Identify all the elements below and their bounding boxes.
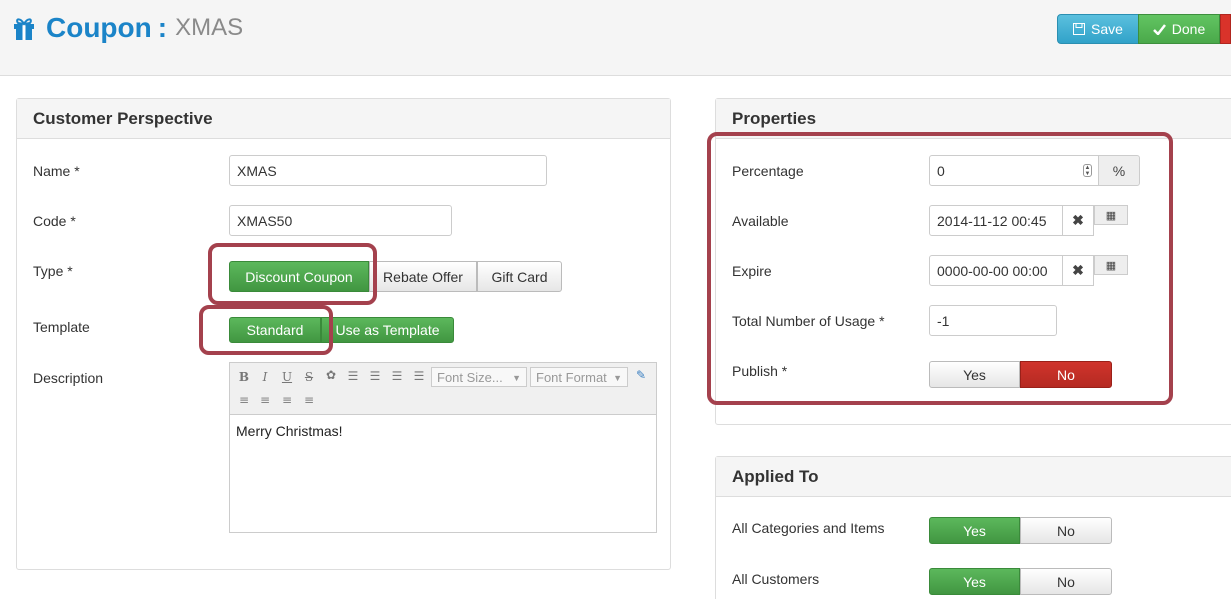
title-separator: :: [157, 12, 168, 43]
editor-toolbar: B I U S ✿ ☰ ☰ ☰ ☰ Font Size... ▼ Font Fo…: [230, 363, 656, 415]
palette-icon[interactable]: ✿: [322, 368, 340, 382]
template-option-use-as-template[interactable]: Use as Template: [321, 317, 454, 343]
font-size-dropdown[interactable]: Font Size... ▼: [431, 367, 527, 387]
save-button[interactable]: Save: [1057, 14, 1139, 44]
page-title: Coupon : XMAS: [12, 12, 243, 44]
code-label: Code *: [33, 213, 76, 229]
customers-toggle: Yes No: [929, 568, 1112, 595]
type-highlight: [208, 243, 377, 305]
strikethrough-icon[interactable]: S: [300, 370, 318, 384]
edit-source-icon[interactable]: ✎: [632, 368, 650, 382]
categories-label: All Categories and Items: [732, 520, 885, 536]
title-prefix: Coupon: [46, 12, 152, 43]
align-right-icon[interactable]: ≡: [278, 393, 296, 407]
font-format-dropdown[interactable]: Font Format ▼: [530, 367, 628, 387]
type-label: Type *: [33, 263, 73, 279]
template-highlight: [199, 305, 333, 355]
type-option-rebate-offer[interactable]: Rebate Offer: [369, 261, 477, 292]
categories-no-option[interactable]: No: [1020, 517, 1112, 544]
unordered-list-icon[interactable]: ☰: [366, 369, 384, 383]
chevron-down-icon: ▼: [512, 373, 521, 383]
customers-no-option[interactable]: No: [1020, 568, 1112, 595]
template-label: Template: [33, 319, 90, 335]
type-option-gift-card[interactable]: Gift Card: [477, 261, 562, 292]
align-center-icon[interactable]: ≡: [256, 393, 274, 407]
font-size-label: Font Size...: [437, 370, 503, 385]
align-justify-icon[interactable]: ≡: [300, 393, 318, 407]
name-label: Name *: [33, 163, 80, 179]
indent-icon[interactable]: ☰: [410, 369, 428, 383]
properties-highlight: [707, 132, 1173, 405]
gift-icon: [14, 18, 34, 40]
title-coupon-name: XMAS: [175, 14, 244, 41]
chevron-down-icon: ▼: [613, 373, 622, 383]
align-left-icon[interactable]: ≡: [235, 393, 253, 407]
description-editor[interactable]: B I U S ✿ ☰ ☰ ☰ ☰ Font Size... ▼ Font Fo…: [229, 362, 657, 533]
top-bar: Coupon : XMAS Save Done: [0, 0, 1231, 76]
categories-toggle: Yes No: [929, 517, 1112, 544]
outdent-icon[interactable]: ☰: [388, 369, 406, 383]
customers-label: All Customers: [732, 571, 820, 587]
italic-icon[interactable]: I: [256, 370, 274, 384]
name-field[interactable]: XMAS: [229, 155, 547, 186]
extra-action-button[interactable]: [1220, 14, 1231, 44]
bold-icon[interactable]: B: [235, 370, 253, 384]
floppy-disk-icon: [1073, 23, 1086, 35]
check-icon: [1152, 23, 1166, 35]
customers-yes-option[interactable]: Yes: [929, 568, 1020, 595]
applied-to-panel-title: Applied To: [716, 457, 1231, 497]
done-button[interactable]: Done: [1138, 14, 1220, 44]
font-format-label: Font Format: [536, 370, 607, 385]
code-field[interactable]: XMAS50: [229, 205, 452, 236]
save-button-label: Save: [1091, 21, 1123, 37]
categories-yes-option[interactable]: Yes: [929, 517, 1020, 544]
editor-content[interactable]: Merry Christmas!: [230, 415, 656, 447]
underline-icon[interactable]: U: [278, 370, 296, 384]
description-label: Description: [33, 370, 104, 386]
done-button-label: Done: [1171, 21, 1206, 37]
customer-panel-title: Customer Perspective: [17, 99, 670, 139]
ordered-list-icon[interactable]: ☰: [344, 369, 362, 383]
